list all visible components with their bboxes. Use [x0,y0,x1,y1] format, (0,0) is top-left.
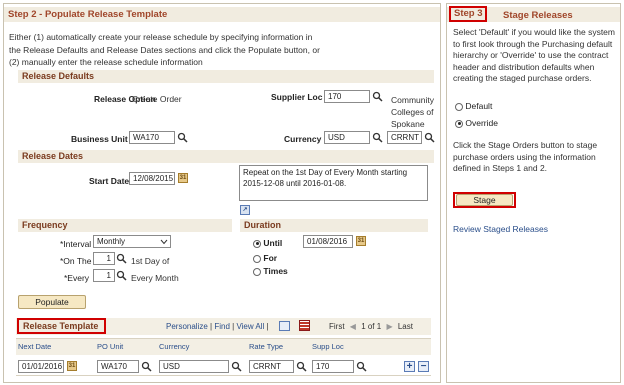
start-date-label: Start Date [89,176,130,186]
duration-for-option[interactable]: For [253,253,277,263]
on-the-input[interactable]: 1 [93,252,115,265]
duration-header: Duration [240,219,428,232]
search-icon[interactable] [356,361,367,372]
next-icon[interactable]: ▶ [386,322,392,331]
view-all-link[interactable]: View All [236,322,264,331]
step2-title: Step 2 - Populate Release Template [4,7,440,22]
radio-times[interactable] [253,267,261,276]
every-input[interactable]: 1 [93,269,115,282]
rate-type-row-input[interactable]: CRRNT [249,360,294,373]
range-label: 1 of 1 [361,322,382,331]
zoom-icon[interactable] [279,321,290,331]
col-next-date[interactable]: Next Date [18,342,51,351]
add-row-icon[interactable]: + [404,361,415,372]
release-template-header: Release Template [17,318,106,334]
rate-type-input[interactable]: CRRNT [387,131,422,144]
supp-loc-row-input[interactable]: 170 [312,360,354,373]
business-unit-label: Business Unit [71,134,128,144]
business-unit-input[interactable]: WA170 [129,131,175,144]
release-dates-header: Release Dates [18,150,434,163]
search-icon[interactable] [372,91,383,102]
find-link[interactable]: Find [214,322,230,331]
radio-default[interactable] [455,102,463,111]
frequency-header: Frequency [18,219,232,232]
step3-text: Select 'Default' if you would like the s… [453,27,615,84]
every-suffix: Every Month [131,273,179,283]
col-rate-type[interactable]: Rate Type [249,342,283,351]
supplier-loc-label: Supplier Loc [271,92,323,102]
radio-until[interactable] [253,239,261,248]
on-the-suffix: 1st Day of [131,256,170,266]
search-icon[interactable] [296,361,307,372]
supplier-loc-input[interactable]: 170 [324,90,370,103]
interval-select[interactable]: Monthly [93,235,171,248]
delete-row-icon[interactable]: − [418,361,429,372]
supplier-name: Community Colleges of Spokane [391,95,434,129]
col-currency[interactable]: Currency [159,342,189,351]
next-date-input[interactable]: 01/01/2016 [18,360,64,373]
duration-times-option[interactable]: Times [253,266,288,276]
every-label: *Every [64,273,90,283]
stage-button[interactable]: Stage [456,194,513,206]
radio-override[interactable] [455,119,463,128]
start-date-input[interactable]: 12/08/2015 [129,172,175,185]
review-staged-releases-link[interactable]: Review Staged Releases [453,224,548,234]
currency-row-input[interactable]: USD [159,360,229,373]
step3-text2: Click the Stage Orders button to stage p… [453,140,598,174]
search-icon[interactable] [177,132,188,143]
po-unit-input[interactable]: WA170 [97,360,139,373]
duration-until-option[interactable]: Until [253,238,282,248]
override-option[interactable]: Override [455,118,498,128]
last-label[interactable]: Last [398,322,413,331]
grid-header-row [16,338,431,355]
grid-download-icon[interactable] [299,320,310,331]
grid-nav: Personalize | Find | View All | [166,322,269,331]
currency-input[interactable]: USD [324,131,370,144]
currency-label: Currency [284,134,322,144]
col-po-unit[interactable]: PO Unit [97,342,123,351]
release-defaults-header: Release Defaults [18,70,434,83]
step3-tag: Step 3 [449,6,487,22]
step3-title: Stage Releases [503,10,573,21]
first-nav: First ◀ 1 of 1 ▶ Last [329,322,413,331]
expand-text-icon[interactable]: ↗ [240,205,250,215]
default-option[interactable]: Default [455,101,492,111]
calendar-icon[interactable]: 31 [67,361,77,371]
step2-instructions: Either (1) automatically create your rel… [9,32,320,67]
calendar-icon[interactable]: 31 [178,173,188,183]
chevron-down-icon [160,239,168,245]
first-label[interactable]: First [329,322,345,331]
search-icon[interactable] [424,132,435,143]
search-icon[interactable] [141,361,152,372]
search-icon[interactable] [116,270,127,281]
search-icon[interactable] [231,361,242,372]
radio-for[interactable] [253,254,261,263]
prev-icon[interactable]: ◀ [350,322,356,331]
on-the-label: *On The [60,256,92,266]
populate-button[interactable]: Populate [18,295,86,309]
release-option-value: Create Order [132,94,182,104]
interval-label: *Interval [60,239,92,249]
search-icon[interactable] [372,132,383,143]
calendar-icon[interactable]: 31 [356,236,366,246]
personalize-link[interactable]: Personalize [166,322,208,331]
until-date-input[interactable]: 01/08/2016 [303,235,353,248]
search-icon[interactable] [116,253,127,264]
repeat-text-box: Repeat on the 1st Day of Every Month sta… [239,165,428,201]
col-supp-loc[interactable]: Supp Loc [312,342,344,351]
